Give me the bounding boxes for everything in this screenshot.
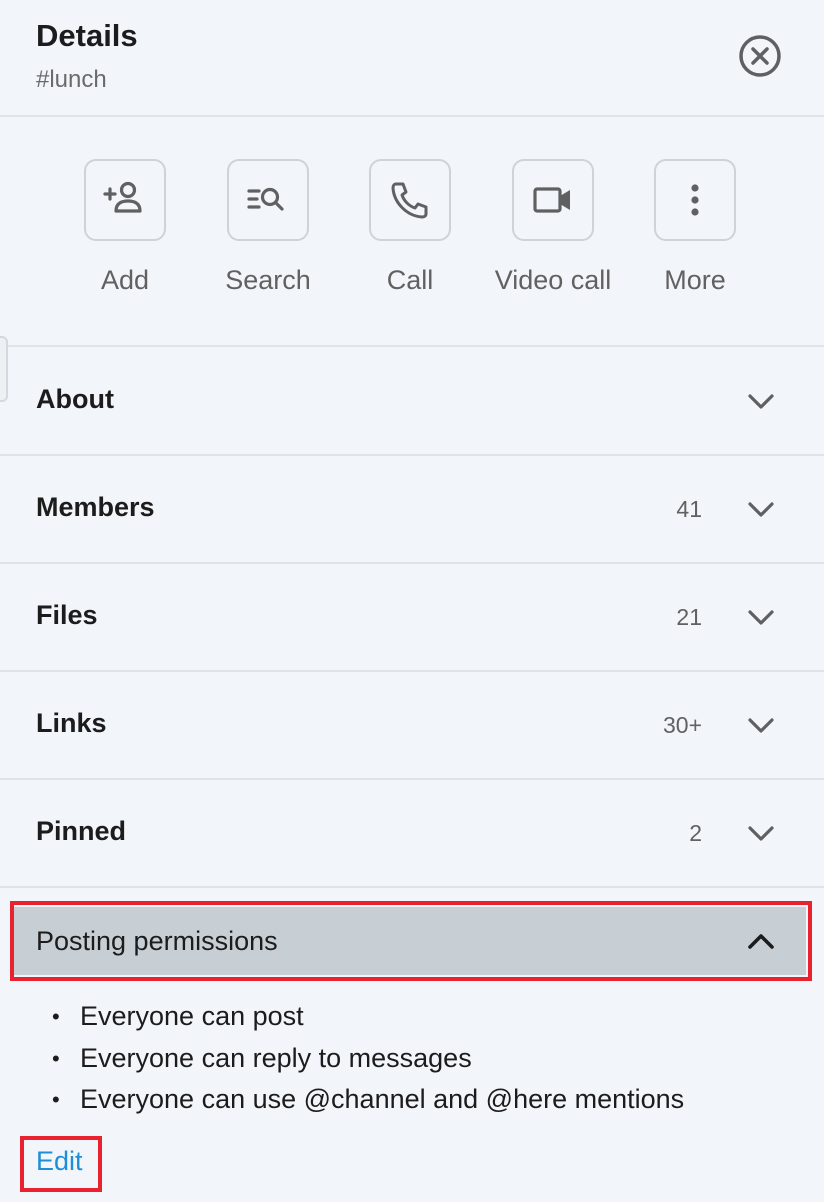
permissions-list: • Everyone can post • Everyone can reply… (52, 996, 812, 1121)
video-call-button[interactable]: Video call (483, 159, 623, 309)
close-button[interactable] (738, 34, 782, 78)
quick-actions: Add Search Call Video call More (0, 117, 824, 347)
more-label: More (664, 265, 726, 295)
add-button[interactable]: Add (55, 159, 195, 309)
section-members[interactable]: Members 41 (0, 456, 824, 564)
edit-permissions-link[interactable]: Edit (36, 1146, 83, 1177)
add-person-icon (103, 181, 142, 213)
video-call-button-box[interactable] (512, 159, 594, 241)
chevron-down-icon (748, 718, 774, 733)
section-count: 21 (676, 604, 702, 630)
chevron-down-icon (748, 826, 774, 841)
chevron-down-icon (748, 502, 774, 517)
section-pinned[interactable]: Pinned 2 (0, 780, 824, 888)
details-header: Details #lunch (0, 0, 824, 117)
section-files[interactable]: Files 21 (0, 564, 824, 672)
section-links[interactable]: Links 30+ (0, 672, 824, 780)
section-label: Links (36, 708, 107, 738)
list-item: • Everyone can reply to messages (52, 1038, 812, 1080)
section-label: Pinned (36, 816, 127, 846)
section-label: Posting permissions (36, 926, 278, 956)
bullet-icon: • (52, 1004, 60, 1029)
search-button-box[interactable] (227, 159, 309, 241)
more-vertical-icon (691, 184, 699, 216)
section-count: 41 (676, 496, 702, 522)
bullet-icon: • (52, 1045, 60, 1071)
section-count: 2 (689, 820, 702, 846)
chevron-down-icon (748, 394, 774, 409)
search-button[interactable]: Search (198, 159, 338, 309)
section-posting-permissions[interactable]: Posting permissions (14, 907, 806, 975)
search-list-icon (247, 187, 284, 211)
call-button[interactable]: Call (340, 159, 480, 309)
close-circle-icon (739, 35, 781, 77)
list-item: • Everyone can use @channel and @here me… (52, 1079, 812, 1121)
chevron-up-icon (748, 934, 774, 949)
section-about[interactable]: About (0, 348, 824, 456)
permission-text: Everyone can post (80, 1001, 304, 1031)
list-item: • Everyone can post (52, 996, 812, 1038)
more-button-box[interactable] (654, 159, 736, 241)
section-label: Members (36, 492, 155, 522)
channel-name: #lunch (36, 66, 107, 93)
bullet-icon: • (52, 1087, 60, 1112)
call-button-box[interactable] (369, 159, 451, 241)
section-count: 30+ (662, 712, 702, 738)
more-button[interactable]: More (625, 159, 765, 309)
page-title: Details (36, 18, 138, 53)
phone-icon (391, 182, 428, 219)
permission-text: Everyone can reply to messages (80, 1042, 472, 1073)
add-button-box[interactable] (84, 159, 166, 241)
section-label: About (36, 384, 114, 414)
permission-text: Everyone can use @channel and @here ment… (80, 1084, 685, 1114)
video-camera-icon (533, 187, 570, 213)
section-label: Files (36, 600, 98, 630)
chevron-down-icon (748, 610, 774, 625)
